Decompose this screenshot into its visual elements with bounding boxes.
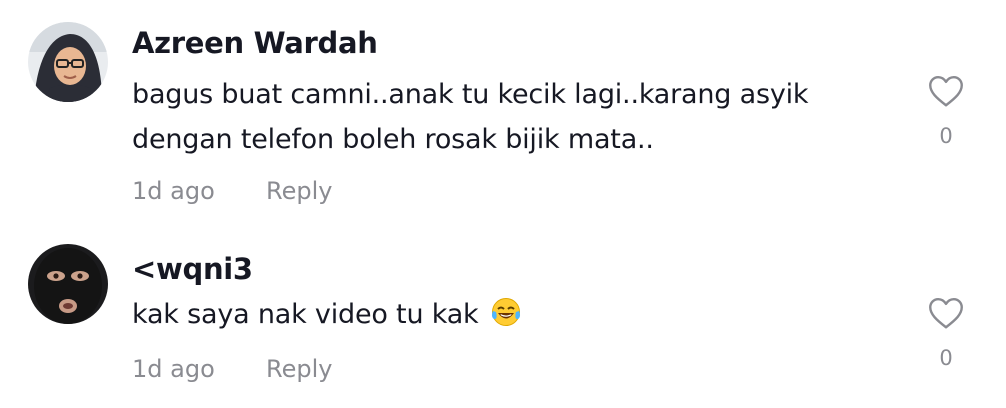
user-avatar[interactable] bbox=[28, 244, 108, 324]
comment-text: bagus buat camni..anak tu kecik lagi..ka… bbox=[132, 72, 892, 162]
comment-username[interactable]: Azreen Wardah bbox=[132, 26, 378, 60]
like-count: 0 bbox=[939, 124, 953, 148]
heart-outline-icon bbox=[929, 76, 963, 107]
comment-item: <wqni3 kak saya nak video tu kak 1d ago … bbox=[0, 230, 1006, 408]
reply-button[interactable]: Reply bbox=[266, 355, 332, 383]
comment-item: Azreen Wardah bagus buat camni..anak tu … bbox=[0, 0, 1006, 230]
comment-text-line: dengan telefon boleh rosak bijik mata.. bbox=[132, 124, 654, 155]
like-button[interactable]: 0 bbox=[926, 74, 966, 148]
comment-time: 1d ago bbox=[132, 355, 215, 383]
avatar-hijab-glasses-icon bbox=[28, 22, 108, 102]
like-count: 0 bbox=[939, 346, 953, 370]
reply-button[interactable]: Reply bbox=[266, 177, 332, 205]
like-button[interactable]: 0 bbox=[926, 296, 966, 370]
comment-meta: 1d ago Reply bbox=[132, 355, 332, 383]
comment-text: kak saya nak video tu kak bbox=[132, 292, 892, 341]
heart-outline-icon bbox=[929, 298, 963, 329]
avatar-balaclava-icon bbox=[28, 244, 108, 324]
user-avatar[interactable] bbox=[28, 22, 108, 102]
comment-meta: 1d ago Reply bbox=[132, 177, 332, 205]
comment-text-line: kak saya nak video tu kak bbox=[132, 299, 479, 330]
comment-username[interactable]: <wqni3 bbox=[132, 252, 253, 286]
comment-time: 1d ago bbox=[132, 177, 215, 205]
comment-text-line: bagus buat camni..anak tu kecik lagi..ka… bbox=[132, 79, 809, 110]
face-with-tears-of-joy-icon bbox=[491, 296, 521, 341]
